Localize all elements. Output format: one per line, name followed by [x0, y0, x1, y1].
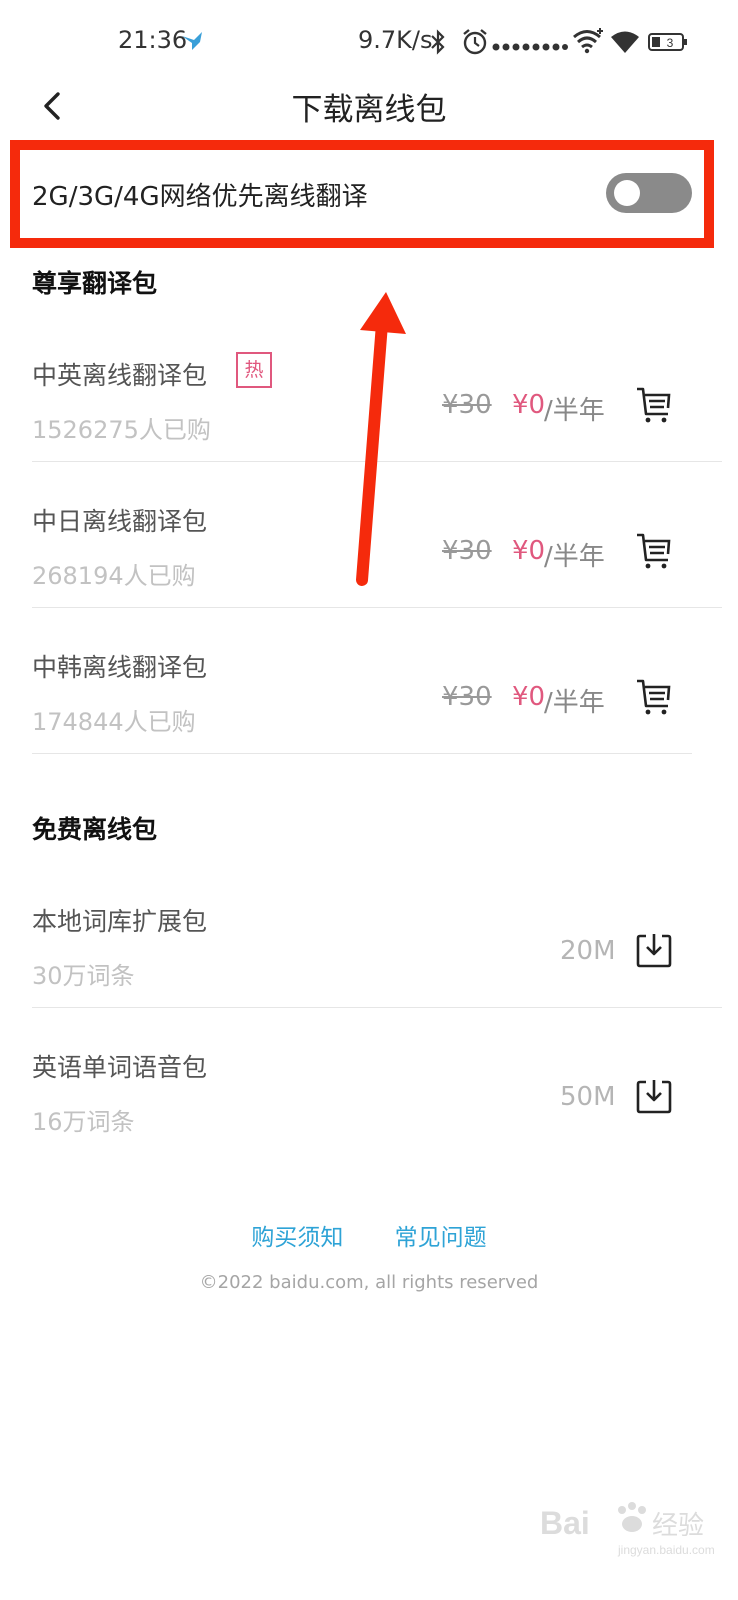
wifi-plus-icon [573, 28, 603, 54]
package-name: 中韩离线翻译包 [32, 653, 208, 682]
purchase-notice-link[interactable]: 购买须知 [251, 1225, 343, 1251]
signal-dots-icon [492, 43, 568, 51]
new-price: ¥0 [512, 536, 546, 566]
baidu-watermark-logo: Bai du 经验 jingyan.baidu.com [540, 1502, 715, 1557]
package-size: 50M [560, 1082, 616, 1112]
price-period: /半年 [544, 688, 605, 718]
svg-text:jingyan.baidu.com: jingyan.baidu.com [617, 1543, 715, 1557]
new-price: ¥0 [512, 390, 546, 420]
hot-badge: 热 [236, 352, 272, 388]
entry-count: 16万词条 [32, 1108, 135, 1136]
cart-icon[interactable] [634, 676, 674, 716]
status-time: 21:36 [118, 26, 188, 54]
download-icon[interactable] [634, 930, 674, 970]
wifi-icon [611, 31, 639, 53]
new-price: ¥0 [512, 682, 546, 712]
package-size: 20M [560, 936, 616, 966]
buyer-count: 1526275人已购 [32, 416, 211, 444]
copyright: ©2022 baidu.com, all rights reserved [199, 1272, 539, 1293]
package-name: 本地词库扩展包 [32, 907, 208, 936]
alarm-icon [463, 29, 487, 55]
footer-links: 购买须知 常见问题 [0, 1218, 738, 1252]
svg-text:du: du [600, 1519, 622, 1541]
free-section-title: 免费离线包 [32, 815, 158, 844]
status-speed: 9.7K/s [358, 26, 433, 54]
premium-section-title: 尊享翻译包 [32, 269, 158, 298]
old-price: ¥30 [442, 682, 492, 712]
package-name: 英语单词语音包 [32, 1053, 208, 1082]
toggle-knob [614, 180, 640, 206]
plane-icon [182, 32, 202, 50]
network-priority-row[interactable]: 2G/3G/4G网络优先离线翻译 [32, 168, 698, 220]
page-title: 下载离线包 [291, 92, 447, 128]
network-priority-toggle[interactable] [606, 173, 692, 213]
buyer-count: 174844人已购 [32, 708, 196, 736]
list-item[interactable]: 本地词库扩展包 30万词条 20M [32, 862, 722, 1008]
cart-icon[interactable] [634, 530, 674, 570]
entry-count: 30万词条 [32, 962, 135, 990]
price-period: /半年 [544, 396, 605, 426]
faq-link[interactable]: 常见问题 [395, 1225, 487, 1251]
cart-icon[interactable] [634, 384, 674, 424]
status-bar: 21:36 9.7K/s 3 [0, 0, 738, 84]
network-priority-label: 2G/3G/4G网络优先离线翻译 [32, 182, 368, 212]
price-period: /半年 [544, 542, 605, 572]
old-price: ¥30 [442, 536, 492, 566]
package-name: 中英离线翻译包 [32, 361, 208, 390]
bluetooth-icon [431, 29, 445, 55]
svg-text:Bai: Bai [540, 1505, 590, 1541]
old-price: ¥30 [442, 390, 492, 420]
annotation-arrow [356, 292, 406, 586]
battery-icon: 3 [648, 33, 687, 51]
svg-text:经验: 经验 [652, 1511, 704, 1541]
buyer-count: 268194人已购 [32, 562, 196, 590]
list-item[interactable]: 中韩离线翻译包 174844人已购 ¥30 ¥0 /半年 [32, 608, 692, 754]
svg-text:3: 3 [667, 36, 674, 50]
download-icon[interactable] [634, 1076, 674, 1116]
list-item[interactable]: 英语单词语音包 16万词条 50M [32, 1008, 722, 1154]
package-name: 中日离线翻译包 [32, 507, 208, 536]
